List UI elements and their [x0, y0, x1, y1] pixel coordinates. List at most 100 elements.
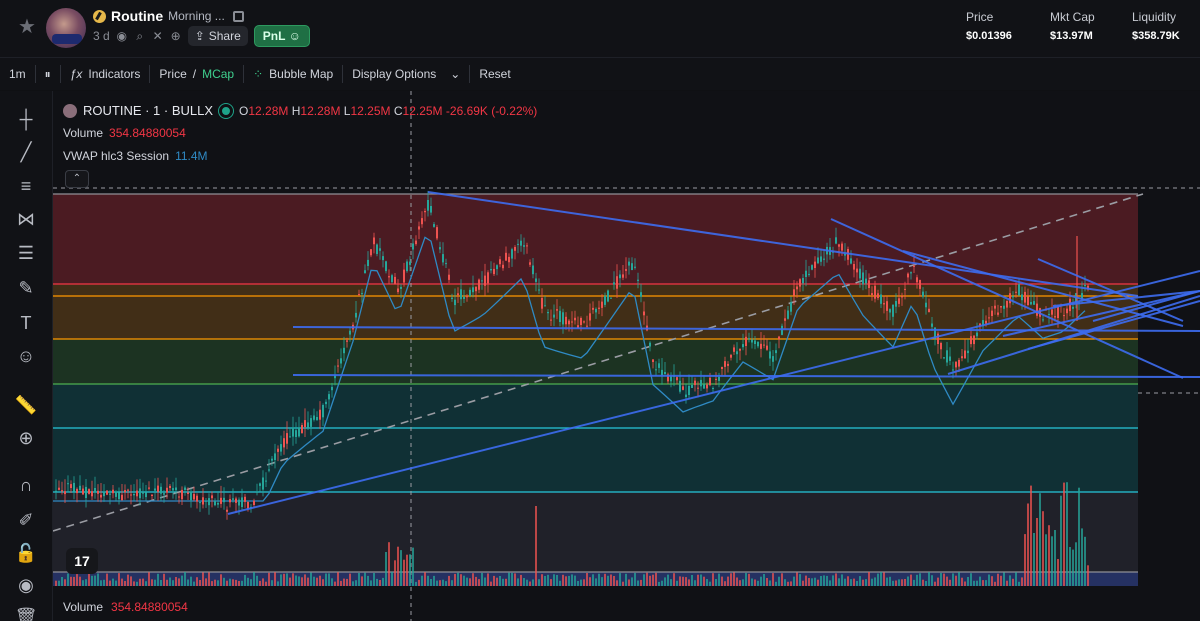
reset-button[interactable]: Reset	[470, 58, 519, 91]
chart-canvas[interactable]	[53, 91, 1200, 621]
volume-bar	[772, 573, 774, 586]
volume-bar	[868, 572, 870, 586]
candle-body	[925, 302, 927, 308]
interval-button[interactable]: 1m	[0, 58, 35, 91]
ruler-icon[interactable]: 📏	[14, 393, 38, 417]
volume-bar	[1018, 581, 1020, 586]
candle-body	[706, 384, 708, 389]
globe-icon[interactable]: ⊕	[170, 29, 182, 43]
volume-bar	[301, 577, 303, 586]
candle-body	[496, 265, 498, 270]
volume-bar	[370, 580, 372, 586]
candle-body	[82, 488, 84, 495]
candle-body	[385, 261, 387, 272]
lock-drawing-icon[interactable]: ✐	[14, 508, 38, 532]
volume-bar	[235, 579, 237, 586]
candle-body	[445, 263, 447, 265]
volume-bar	[205, 578, 207, 586]
zoom-icon[interactable]: ⊕	[14, 426, 38, 450]
candle-body	[325, 401, 327, 405]
fib-icon[interactable]: ☰	[14, 241, 38, 265]
volume-bar	[1012, 578, 1014, 586]
share-button[interactable]: ⇪ Share	[187, 26, 248, 46]
text-icon[interactable]: T	[14, 311, 38, 335]
volume-bar	[877, 573, 879, 586]
price-mcap-toggle[interactable]: Price / MCap	[150, 58, 243, 91]
pnl-button[interactable]: PnL ☺	[253, 25, 310, 47]
volume-bar	[811, 578, 813, 586]
indicators-button[interactable]: ƒx Indicators	[61, 58, 150, 91]
volume-bar	[946, 576, 948, 586]
function-icon: ƒx	[69, 67, 83, 81]
volume-bar	[463, 575, 465, 586]
volume-bar	[958, 572, 960, 586]
collapse-legend-button[interactable]: ⌃	[65, 170, 89, 188]
candle-body	[880, 294, 882, 304]
display-options-button[interactable]: Display Options ⌄	[343, 58, 469, 91]
volume-bar	[1030, 485, 1032, 586]
candle-body	[169, 485, 171, 488]
candle-body	[1063, 315, 1065, 317]
volume-bar	[970, 573, 972, 586]
volume-bar	[454, 573, 456, 586]
volume-bar	[943, 573, 945, 586]
pattern-icon[interactable]: ⋈	[14, 207, 38, 231]
candle-body	[1084, 284, 1086, 286]
candle-body	[595, 308, 597, 313]
volume-bar	[502, 578, 504, 586]
bubble-map-button[interactable]: ⁘ Bubble Map	[244, 58, 342, 91]
crosshair-icon[interactable]: ┼	[14, 107, 38, 131]
candle-body	[937, 333, 939, 344]
tradingview-logo[interactable]: 17	[66, 548, 98, 574]
volume-bar	[979, 576, 981, 586]
candle-body	[367, 259, 369, 266]
star-icon[interactable]: ★	[16, 16, 38, 38]
volume-bar	[79, 576, 81, 586]
candle-body	[451, 297, 453, 299]
horizontal-lines-icon[interactable]: ≡	[14, 174, 38, 198]
copy-icon[interactable]	[232, 10, 244, 22]
volume-bar	[175, 577, 177, 586]
volume-bar	[457, 572, 459, 586]
volume-bar	[724, 581, 726, 586]
trash-icon[interactable]: 🗑	[14, 605, 38, 621]
volume-bar	[1060, 495, 1062, 586]
volume-bar	[952, 573, 954, 586]
volume-bar	[265, 581, 267, 586]
magnet-icon[interactable]: ∩	[14, 473, 38, 497]
lock-icon[interactable]: 🔓	[14, 541, 38, 565]
eye-icon[interactable]: ◉	[14, 573, 38, 597]
emoji-icon[interactable]: ☺	[14, 344, 38, 368]
candle-type-button[interactable]: ⏸	[36, 58, 60, 91]
volume-bar	[790, 581, 792, 586]
vwap-legend[interactable]: VWAP hlc3 Session 11.4M	[63, 149, 208, 163]
x-social-icon[interactable]: ✕	[152, 29, 164, 43]
volume-bar	[754, 579, 756, 586]
candle-body	[85, 486, 87, 498]
candle-body	[679, 380, 681, 392]
trendline-icon[interactable]: ╱	[14, 140, 38, 164]
brush-icon[interactable]: ✎	[14, 276, 38, 300]
candle-body	[310, 418, 312, 427]
candle-body	[187, 492, 189, 494]
volume-bar	[676, 580, 678, 586]
candle-body	[97, 490, 99, 494]
volume-legend[interactable]: Volume 354.84880054	[63, 126, 186, 140]
volume-bar	[1027, 503, 1029, 586]
price-chart[interactable]: ROUTINE · 1 · BULLX O12.28M H12.28M L12.…	[53, 91, 1200, 621]
volume-bar	[322, 579, 324, 586]
volume-bar	[994, 581, 996, 586]
stat-price-value: $0.01396	[966, 30, 1012, 42]
candle-body	[895, 301, 897, 307]
candle-body	[709, 377, 711, 386]
volume-pane-legend[interactable]: Volume 354.84880054	[63, 600, 188, 614]
volume-bar	[220, 574, 222, 586]
volume-bar	[394, 560, 396, 586]
search-icon[interactable]: ⌕	[134, 29, 146, 44]
volume-bar	[91, 575, 93, 586]
volume-bar	[418, 579, 420, 586]
candle-body	[364, 270, 366, 274]
candle-body	[970, 336, 972, 345]
clock-icon: ◉	[116, 29, 127, 43]
candle-body	[553, 314, 555, 318]
